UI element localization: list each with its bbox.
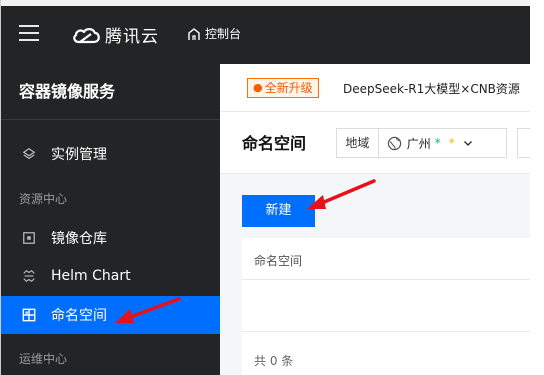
sidebar-item-label: 实例管理	[51, 147, 107, 163]
region-value: 广州	[406, 136, 431, 151]
region-label: 地域	[337, 129, 379, 157]
region-selector: 地域 广州 * *	[336, 128, 507, 158]
badge-label: 全新升级	[264, 81, 313, 95]
notice-link[interactable]: DeepSeek-R1大模型×CNB资源	[343, 80, 520, 97]
cloud-logo-icon	[73, 27, 100, 43]
upgrade-badge[interactable]: ● 全新升级	[247, 78, 319, 98]
hamburger-menu-icon[interactable]	[19, 25, 39, 41]
flame-icon: ●	[253, 81, 263, 94]
page-title: 命名空间	[242, 134, 307, 153]
sidebar-divider	[1, 119, 220, 120]
table-empty-row	[242, 280, 530, 332]
main-content: ● 全新升级 DeepSeek-R1大模型×CNB资源 命名空间 地域 广州 *…	[220, 64, 530, 375]
home-icon	[188, 27, 200, 40]
secondary-selector[interactable]	[517, 128, 530, 158]
sidebar-item-instances[interactable]: 实例管理	[1, 135, 220, 173]
image-repo-icon	[21, 230, 37, 246]
namespace-icon	[21, 307, 37, 323]
brand-logo[interactable]: 腾讯云	[71, 22, 159, 47]
column-header-namespace: 命名空间	[254, 254, 303, 268]
nav-group-ops: 运维中心	[19, 352, 68, 366]
sidebar-item-repositories[interactable]: 镜像仓库	[1, 219, 220, 257]
table-total-count: 共 0 条	[254, 354, 294, 368]
chevron-down-icon	[463, 141, 472, 146]
page-header: 命名空间 地域 广州 * *	[220, 112, 530, 174]
helm-icon	[21, 268, 37, 284]
console-label: 控制台	[205, 27, 242, 41]
namespace-table: 命名空间 共 0 条	[242, 238, 530, 375]
sidebar: 容器镜像服务 实例管理 资源中心 镜像仓库 Helm Chart 命名空间 运维…	[1, 64, 220, 375]
brand-name: 腾讯云	[105, 27, 159, 47]
notice-bar: ● 全新升级 DeepSeek-R1大模型×CNB资源	[220, 64, 530, 112]
layers-icon	[21, 146, 37, 162]
sidebar-item-label: 镜像仓库	[51, 231, 107, 247]
sidebar-item-label: 命名空间	[51, 308, 107, 324]
new-namespace-button[interactable]: 新建	[242, 195, 315, 227]
status-star-green: *	[434, 136, 441, 150]
console-link[interactable]: 控制台	[187, 25, 241, 42]
top-navbar: 腾讯云 控制台	[1, 0, 530, 64]
table-header: 命名空间	[242, 238, 530, 280]
sidebar-title: 容器镜像服务	[19, 82, 116, 101]
status-star-yellow: *	[448, 136, 455, 150]
app-window: 腾讯云 控制台 容器镜像服务 实例管理 资源中心 镜像仓库 Helm Chart…	[0, 0, 530, 375]
region-dropdown[interactable]: 广州 * *	[379, 129, 506, 157]
sidebar-item-namespaces[interactable]: 命名空间	[1, 296, 220, 334]
sidebar-item-helm-chart[interactable]: Helm Chart	[1, 257, 220, 295]
nav-group-resources: 资源中心	[19, 192, 68, 206]
sidebar-item-label: Helm Chart	[51, 268, 131, 284]
browser-strip	[1, 0, 530, 6]
globe-icon	[387, 136, 401, 150]
